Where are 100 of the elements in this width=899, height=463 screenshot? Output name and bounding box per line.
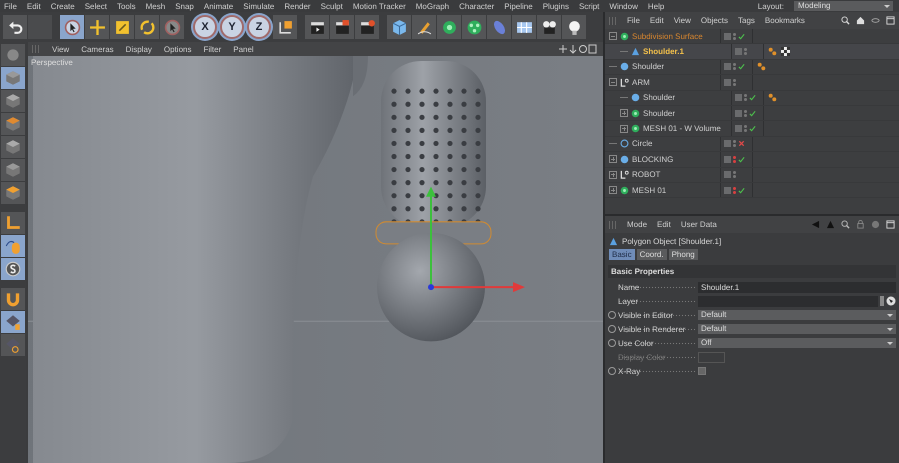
- phong-tag-icon[interactable]: [768, 47, 777, 56]
- expand-toggle[interactable]: [609, 78, 617, 86]
- name-field[interactable]: Shoulder.1: [698, 282, 896, 292]
- search-icon[interactable]: [841, 16, 850, 25]
- object-name[interactable]: Shoulder: [632, 62, 664, 72]
- coordinate-system-icon[interactable]: [273, 15, 297, 39]
- checkmark-icon[interactable]: [738, 186, 745, 194]
- menu-item[interactable]: Tags: [738, 16, 755, 25]
- lock-icon[interactable]: [856, 220, 865, 229]
- eye-icon[interactable]: [871, 16, 880, 25]
- object-name[interactable]: MESH 01 - W Volume: [643, 124, 721, 134]
- layer-icon[interactable]: [735, 110, 742, 117]
- menu-item[interactable]: Window: [609, 2, 638, 10]
- menu-item[interactable]: Pipeline: [504, 2, 533, 10]
- cube-icon[interactable]: [1, 182, 25, 204]
- axis-lock-button[interactable]: Y: [220, 15, 244, 39]
- menu-item[interactable]: MoGraph: [416, 2, 450, 10]
- panel-icon[interactable]: [886, 16, 895, 25]
- expand-toggle[interactable]: [609, 186, 617, 194]
- layer-icon[interactable]: [735, 94, 742, 102]
- menu-item[interactable]: Filter: [203, 44, 222, 54]
- checkmark-icon[interactable]: [749, 94, 756, 102]
- checkmark-icon[interactable]: [749, 110, 756, 117]
- checkmark-icon[interactable]: [738, 156, 745, 163]
- live-select-icon[interactable]: [160, 15, 184, 39]
- menu-item[interactable]: Motion Tracker: [352, 2, 406, 10]
- menu-item[interactable]: Create: [50, 2, 75, 10]
- cube-icon[interactable]: [1, 136, 25, 158]
- cloner-icon[interactable]: [462, 15, 486, 39]
- phong-tag-icon[interactable]: [768, 93, 777, 102]
- visibility-dots-icon[interactable]: [733, 156, 736, 163]
- light-bulb-icon[interactable]: [562, 15, 586, 39]
- animation-dot-icon[interactable]: [608, 339, 616, 347]
- dropdown[interactable]: Off: [698, 338, 896, 348]
- layer-icon[interactable]: [724, 156, 731, 163]
- menu-item[interactable]: Objects: [700, 16, 728, 25]
- attribute-tab[interactable]: Phong: [668, 249, 698, 260]
- animation-dot-icon[interactable]: [608, 311, 616, 319]
- attribute-tab[interactable]: Basic: [609, 249, 635, 260]
- checker-tag-icon[interactable]: [781, 47, 790, 56]
- visibility-dots-icon[interactable]: [744, 125, 747, 132]
- clapperboard-icon[interactable]: [330, 15, 354, 39]
- object-name[interactable]: Subdivision Surface: [632, 32, 703, 41]
- checkbox[interactable]: [698, 367, 706, 375]
- expand-toggle[interactable]: [609, 155, 617, 164]
- axis-lock-button[interactable]: Z: [247, 15, 271, 39]
- expand-toggle[interactable]: [620, 109, 628, 118]
- lock-grid-icon[interactable]: [1, 311, 25, 333]
- menu-item[interactable]: Edit: [650, 16, 664, 25]
- menu-item[interactable]: Character: [459, 2, 494, 10]
- expand-toggle[interactable]: [609, 170, 617, 179]
- select-tool-icon[interactable]: [60, 15, 84, 39]
- floor-grid-icon[interactable]: [512, 15, 536, 39]
- dropdown[interactable]: Default: [698, 310, 896, 320]
- object-name[interactable]: Shoulder.1: [643, 47, 684, 56]
- visibility-dots-icon[interactable]: [733, 32, 736, 40]
- menu-item[interactable]: Plugins: [542, 2, 569, 10]
- visibility-dots-icon[interactable]: [733, 186, 736, 194]
- menu-item[interactable]: Options: [164, 44, 192, 54]
- object-name[interactable]: Shoulder: [643, 108, 676, 118]
- layer-icon[interactable]: [724, 78, 731, 86]
- menu-item[interactable]: View: [674, 16, 691, 25]
- magnet-icon[interactable]: [1, 288, 25, 310]
- axis-lock-button[interactable]: X: [193, 15, 217, 39]
- cube-icon[interactable]: [1, 159, 25, 181]
- checkmark-icon[interactable]: [738, 32, 745, 40]
- menu-item[interactable]: View: [52, 44, 70, 54]
- visibility-dots-icon[interactable]: [744, 48, 747, 56]
- pen-icon[interactable]: [412, 15, 436, 39]
- cube-icon[interactable]: [1, 90, 25, 112]
- cross-icon[interactable]: [738, 140, 745, 148]
- menu-item[interactable]: Edit: [657, 220, 671, 229]
- visibility-dots-icon[interactable]: [733, 140, 736, 148]
- layout-dropdown[interactable]: Modeling: [794, 1, 893, 11]
- back-arrow-icon[interactable]: [811, 220, 820, 229]
- object-name[interactable]: Shoulder: [643, 93, 676, 102]
- layer-icon[interactable]: [724, 186, 731, 194]
- menu-item[interactable]: User Data: [680, 220, 717, 229]
- object-name[interactable]: MESH 01: [632, 186, 666, 195]
- clapperboard-icon[interactable]: [305, 15, 329, 39]
- clapperboard-icon[interactable]: [355, 15, 379, 39]
- scale-icon[interactable]: [110, 15, 134, 39]
- angle-icon[interactable]: [1, 212, 25, 234]
- layer-icon[interactable]: [724, 32, 731, 40]
- menu-item[interactable]: Mode: [627, 220, 648, 229]
- home-icon[interactable]: [856, 16, 865, 25]
- menu-item[interactable]: Mesh: [146, 2, 166, 10]
- object-name[interactable]: Circle: [632, 139, 652, 148]
- cube-icon[interactable]: [1, 67, 25, 89]
- visibility-dots-icon[interactable]: [733, 63, 736, 70]
- move-icon[interactable]: [85, 15, 109, 39]
- menu-item[interactable]: Animate: [204, 2, 234, 10]
- attribute-tab[interactable]: Coord.: [636, 249, 667, 260]
- checkmark-icon[interactable]: [738, 63, 745, 70]
- subdivision-icon[interactable]: [437, 15, 461, 39]
- layer-icon[interactable]: [724, 171, 731, 178]
- menu-item[interactable]: File: [4, 2, 17, 10]
- cube-icon[interactable]: [387, 15, 411, 39]
- menu-item[interactable]: Panel: [233, 44, 254, 54]
- dropdown[interactable]: Default: [698, 324, 896, 334]
